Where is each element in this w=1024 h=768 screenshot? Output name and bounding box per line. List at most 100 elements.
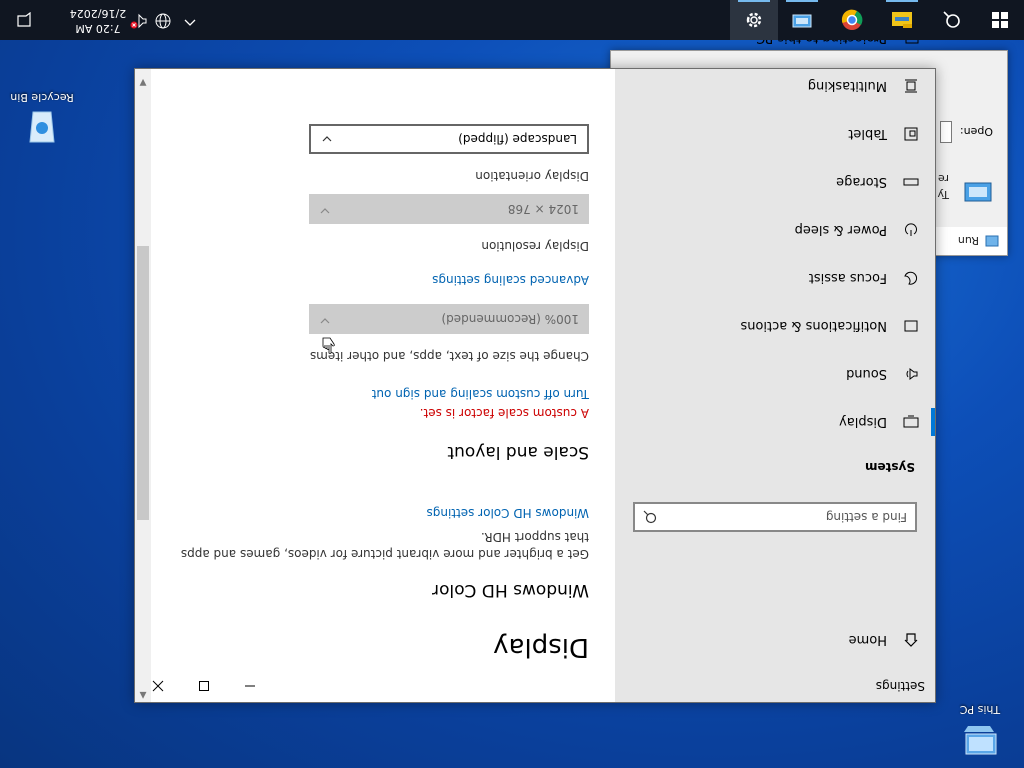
search-input[interactable]: Find a setting	[633, 502, 917, 532]
speaker-icon	[901, 364, 921, 384]
chevron-up-icon	[184, 19, 196, 26]
nav-item-notifications[interactable]: Notifications & actions	[615, 302, 935, 350]
minimize-button[interactable]	[227, 670, 273, 702]
hdr-settings-link[interactable]: Windows HD Color settings	[427, 506, 589, 520]
orientation-value: Landscape (flipped)	[458, 132, 577, 146]
maximize-icon	[199, 681, 209, 691]
desktop-icon-label: This PC	[959, 703, 1001, 716]
resolution-value: 1024 × 768	[507, 202, 579, 216]
nav-item-sound[interactable]: Sound	[615, 350, 935, 398]
taskbar-file-explorer[interactable]	[878, 0, 926, 40]
window-title: Settings	[875, 679, 925, 693]
taskbar: 7:20 AM 2/16/2024	[0, 0, 1024, 40]
power-icon	[901, 220, 921, 240]
scale-value: 100% (Recommended)	[441, 312, 579, 326]
tablet-icon	[901, 124, 921, 144]
scroll-thumb[interactable]	[137, 246, 149, 520]
nav-home[interactable]: Home	[615, 616, 935, 664]
chevron-down-icon	[319, 202, 331, 217]
search-icon	[943, 11, 960, 28]
chevron-down-icon	[319, 312, 331, 327]
resolution-dropdown[interactable]: 1024 × 768	[309, 194, 589, 224]
search-placeholder: Find a setting	[825, 510, 907, 524]
chrome-icon	[841, 9, 863, 30]
nav-section-heading: System	[865, 460, 915, 474]
scale-heading: Scale and layout	[447, 442, 589, 462]
settings-window[interactable]: Settings Home Find a setting System Disp…	[134, 31, 936, 703]
nav-item-label: Display	[839, 414, 887, 430]
search-button[interactable]	[928, 0, 976, 40]
run-icon	[792, 14, 812, 28]
storage-icon	[901, 172, 921, 192]
start-button[interactable]	[976, 0, 1024, 40]
nav-home-label: Home	[848, 632, 887, 648]
network-button[interactable]	[152, 10, 172, 30]
run-title: Run	[957, 234, 979, 248]
taskbar-chrome[interactable]	[828, 0, 876, 40]
nav-item-display[interactable]: Display	[615, 398, 935, 446]
nav-item-storage[interactable]: Storage	[615, 158, 935, 206]
home-icon	[901, 630, 921, 650]
scale-label: Change the size of text, apps, and other…	[309, 349, 589, 363]
scroll-down-arrow[interactable]: ▼	[137, 73, 149, 87]
orientation-label: Display orientation	[475, 169, 589, 183]
nav-item-power-sleep[interactable]: Power & sleep	[615, 206, 935, 254]
nav-item-focus-assist[interactable]: Focus assist	[615, 254, 935, 302]
run-open-label: Open:	[959, 125, 993, 139]
run-description-line2: re	[937, 172, 949, 185]
notification-icon	[17, 12, 31, 27]
notification-icon	[901, 316, 921, 336]
page-title: Display	[493, 632, 589, 662]
taskbar-run[interactable]	[778, 0, 826, 40]
taskbar-settings[interactable]	[730, 0, 778, 40]
run-icon	[985, 235, 999, 247]
monitor-icon	[901, 412, 921, 432]
moon-icon	[901, 268, 921, 288]
taskbar-clock[interactable]: 7:20 AM 2/16/2024	[56, 6, 140, 36]
chevron-down-icon	[321, 130, 333, 145]
hand-cursor-icon	[322, 337, 335, 354]
nav-item-label: Notifications & actions	[740, 318, 887, 334]
scale-dropdown[interactable]: 100% (Recommended)	[309, 304, 589, 334]
hdr-description-line2: that support HDR.	[480, 530, 589, 544]
nav-item-label: Storage	[836, 174, 887, 190]
windows-logo-icon	[992, 12, 1008, 28]
resolution-label: Display resolution	[481, 239, 589, 253]
run-open-input[interactable]	[939, 121, 952, 143]
network-globe-icon	[155, 13, 171, 29]
screen: This PC Recycle Bin Run Ty re Open: Sett…	[0, 0, 1024, 768]
desktop-icon-this-pc[interactable]: This PC	[942, 703, 1018, 760]
run-open-row: Open:	[939, 121, 993, 143]
nav-item-multitasking[interactable]: Multitasking	[615, 62, 935, 110]
nav-item-label: Focus assist	[808, 270, 887, 286]
settings-content: Display Windows HD Color Get a brighter …	[135, 69, 615, 702]
nav-item-label: Tablet	[848, 126, 887, 142]
desktop-icon-label: Recycle Bin	[10, 91, 74, 104]
nav-item-label: Power & sleep	[794, 222, 887, 238]
clock-time: 7:20 AM	[75, 22, 121, 35]
action-center-button[interactable]	[0, 0, 48, 40]
show-hidden-icons-button[interactable]	[180, 12, 196, 28]
desktop: This PC Recycle Bin Run Ty re Open: Sett…	[0, 0, 1024, 768]
run-description: Ty	[937, 188, 949, 201]
custom-scale-warning: A custom scale factor is set.	[419, 406, 589, 420]
turn-off-custom-scaling-link[interactable]: Turn off custom scaling and sign out	[372, 387, 589, 401]
close-button[interactable]	[135, 670, 181, 702]
run-program-icon	[957, 175, 993, 205]
computer-icon	[964, 726, 997, 755]
hdr-heading: Windows HD Color	[432, 580, 589, 600]
nav-item-label: Multitasking	[807, 78, 887, 94]
recycle-bin-icon	[29, 111, 55, 143]
nav-item-tablet[interactable]: Tablet	[615, 110, 935, 158]
clock-date: 2/16/2024	[69, 7, 127, 20]
advanced-scaling-link[interactable]: Advanced scaling settings	[432, 273, 589, 287]
maximize-button[interactable]	[181, 670, 227, 702]
search-icon	[643, 507, 657, 524]
minimize-icon	[245, 685, 255, 687]
multitasking-icon	[901, 76, 921, 96]
settings-nav: Settings Home Find a setting System Disp…	[615, 31, 935, 702]
orientation-dropdown[interactable]: Landscape (flipped)	[309, 124, 589, 154]
folder-icon	[892, 12, 912, 28]
content-scrollbar[interactable]: ▲ ▼	[135, 69, 151, 702]
desktop-icon-recycle-bin[interactable]: Recycle Bin	[4, 91, 80, 148]
